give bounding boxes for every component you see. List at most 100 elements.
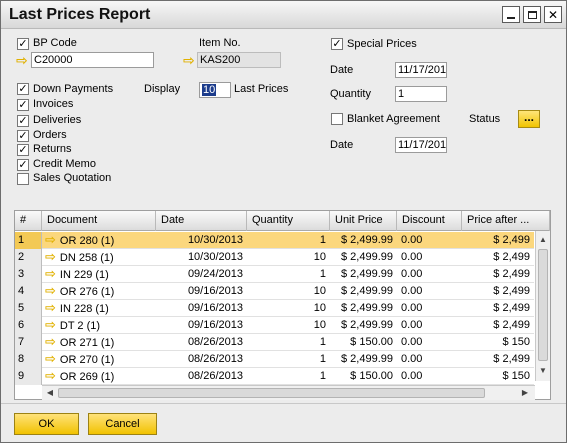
vertical-scroll-thumb[interactable] bbox=[538, 249, 548, 361]
quantity-cell: 10 bbox=[313, 285, 326, 297]
discount-cell: 0.00 bbox=[401, 336, 423, 348]
document-cell: ⇨ OR 269 (1) bbox=[42, 368, 156, 385]
close-icon: ✕ bbox=[547, 7, 559, 22]
table-row[interactable]: 9 ⇨ OR 269 (1) 08/26/2013 1 $ 150.00 0.00 $ 150 bbox=[15, 368, 534, 385]
blanket-agreement-checkbox[interactable] bbox=[331, 113, 343, 125]
document-link-arrow-icon[interactable]: ⇨ bbox=[45, 368, 56, 383]
column-header-price-after[interactable]: Price after ... bbox=[462, 211, 550, 231]
invoices-checkbox[interactable]: ✓ bbox=[17, 99, 29, 111]
minimize-button[interactable] bbox=[502, 6, 520, 23]
window-title: Last Prices Report bbox=[9, 6, 151, 23]
unit-price-cell: $ 2,499.99 bbox=[341, 353, 393, 365]
maximize-icon bbox=[527, 10, 537, 19]
discount-cell: 0.00 bbox=[401, 353, 423, 365]
sales-quotation-checkbox[interactable] bbox=[17, 173, 29, 185]
grid-header: # Document Date Quantity Unit Price Disc… bbox=[15, 211, 550, 231]
last-prices-label: Last Prices bbox=[234, 83, 289, 95]
quantity-cell: 1 bbox=[319, 336, 326, 348]
invoices-label: Invoices bbox=[33, 98, 74, 110]
price-after-cell: $ 2,499 bbox=[493, 251, 530, 263]
title-bar[interactable]: Last Prices Report ✕ bbox=[1, 1, 566, 29]
table-row[interactable]: 7 ⇨ OR 271 (1) 08/26/2013 1 $ 150.00 0.00 $ 150 bbox=[15, 334, 534, 351]
row-number: 4 bbox=[15, 283, 42, 300]
document-cell: ⇨ IN 228 (1) bbox=[42, 300, 156, 317]
quantity-field[interactable]: 1 bbox=[395, 86, 447, 102]
date-cell: 08/26/2013 bbox=[187, 353, 243, 365]
scroll-up-icon[interactable]: ▲ bbox=[536, 233, 550, 247]
bp-code-link-arrow-icon[interactable]: ⇨ bbox=[16, 53, 30, 67]
date-cell: 08/26/2013 bbox=[187, 336, 243, 348]
column-header-discount[interactable]: Discount bbox=[397, 211, 462, 231]
bp-code-field[interactable]: C20000 bbox=[31, 52, 154, 68]
column-header-number[interactable]: # bbox=[15, 211, 42, 231]
table-row[interactable]: 8 ⇨ OR 270 (1) 08/26/2013 1 $ 2,499.99 0.00 $ 2… bbox=[15, 351, 534, 368]
row-number: 5 bbox=[15, 300, 42, 317]
scroll-right-icon[interactable]: ▶ bbox=[518, 386, 532, 400]
table-row[interactable]: 6 ⇨ DT 2 (1) 09/16/2013 10 $ 2,499.99 0.00 $ 2,… bbox=[15, 317, 534, 334]
date2-field[interactable]: 11/17/201 bbox=[395, 137, 447, 153]
document-link-arrow-icon[interactable]: ⇨ bbox=[45, 351, 56, 366]
document-link-arrow-icon[interactable]: ⇨ bbox=[45, 317, 56, 332]
price-after-cell: $ 2,499 bbox=[493, 268, 530, 280]
quantity-cell: 10 bbox=[313, 319, 326, 331]
special-prices-checkbox[interactable]: ✓ bbox=[331, 38, 343, 50]
table-row[interactable]: 1 ⇨ OR 280 (1) 10/30/2013 1 $ 2,499.99 0.00 $ 2… bbox=[15, 232, 534, 249]
deliveries-label: Deliveries bbox=[33, 114, 82, 126]
unit-price-cell: $ 2,499.99 bbox=[341, 319, 393, 331]
document-cell: ⇨ IN 229 (1) bbox=[42, 266, 156, 283]
deliveries-checkbox[interactable]: ✓ bbox=[17, 115, 29, 127]
document-number: DN 258 (1) bbox=[59, 252, 114, 264]
document-number: OR 280 (1) bbox=[59, 235, 115, 247]
item-no-link-arrow-icon[interactable]: ⇨ bbox=[183, 53, 197, 67]
price-after-cell: $ 2,499 bbox=[493, 302, 530, 314]
bp-code-checkbox[interactable]: ✓ bbox=[17, 38, 29, 50]
document-cell: ⇨ DN 258 (1) bbox=[42, 249, 156, 266]
close-button[interactable]: ✕ bbox=[544, 6, 562, 23]
discount-cell: 0.00 bbox=[401, 319, 423, 331]
column-header-date[interactable]: Date bbox=[156, 211, 247, 231]
document-link-arrow-icon[interactable]: ⇨ bbox=[45, 300, 56, 315]
cancel-button[interactable]: Cancel bbox=[88, 413, 157, 435]
table-row[interactable]: 3 ⇨ IN 229 (1) 09/24/2013 1 $ 2,499.99 0.00 $ 2… bbox=[15, 266, 534, 283]
column-header-unit-price[interactable]: Unit Price bbox=[330, 211, 397, 231]
footer-divider bbox=[1, 403, 566, 404]
row-number: 6 bbox=[15, 317, 42, 334]
table-row[interactable]: 4 ⇨ OR 276 (1) 09/16/2013 10 $ 2,499.99 0.00 $ … bbox=[15, 283, 534, 300]
date-cell: 10/30/2013 bbox=[187, 234, 243, 246]
document-link-arrow-icon[interactable]: ⇨ bbox=[45, 232, 56, 247]
bp-code-label: BP Code bbox=[33, 37, 77, 49]
scroll-left-icon[interactable]: ◀ bbox=[43, 386, 57, 400]
ok-button[interactable]: OK bbox=[14, 413, 79, 435]
quantity-cell: 1 bbox=[319, 234, 326, 246]
orders-checkbox[interactable]: ✓ bbox=[17, 130, 29, 142]
price-after-cell: $ 150 bbox=[502, 370, 530, 382]
maximize-button[interactable] bbox=[523, 6, 541, 23]
column-header-document[interactable]: Document bbox=[42, 211, 156, 231]
document-number: OR 276 (1) bbox=[59, 286, 115, 298]
column-header-quantity[interactable]: Quantity bbox=[247, 211, 330, 231]
quantity-cell: 10 bbox=[313, 251, 326, 263]
returns-checkbox[interactable]: ✓ bbox=[17, 144, 29, 156]
down-payments-checkbox[interactable]: ✓ bbox=[17, 83, 29, 95]
document-cell: ⇨ OR 276 (1) bbox=[42, 283, 156, 300]
document-link-arrow-icon[interactable]: ⇨ bbox=[45, 283, 56, 298]
scroll-down-icon[interactable]: ▼ bbox=[536, 364, 550, 378]
document-link-arrow-icon[interactable]: ⇨ bbox=[45, 266, 56, 281]
status-choose-button[interactable]: ... bbox=[518, 110, 540, 128]
status-label: Status bbox=[469, 113, 501, 125]
horizontal-scroll-thumb[interactable] bbox=[58, 388, 485, 398]
document-number: OR 271 (1) bbox=[59, 337, 115, 349]
vertical-scrollbar[interactable]: ▲ ▼ bbox=[535, 231, 550, 381]
date-cell: 09/24/2013 bbox=[187, 268, 243, 280]
special-prices-label: Special Prices bbox=[347, 38, 417, 50]
display-count-field[interactable]: 10 bbox=[199, 82, 231, 98]
document-link-arrow-icon[interactable]: ⇨ bbox=[45, 249, 56, 264]
date-field[interactable]: 11/17/201 bbox=[395, 62, 447, 78]
document-link-arrow-icon[interactable]: ⇨ bbox=[45, 334, 56, 349]
horizontal-scrollbar[interactable]: ◀ ▶ bbox=[42, 385, 535, 400]
document-cell: ⇨ OR 280 (1) bbox=[42, 232, 156, 249]
last-prices-report-window: Last Prices Report ✕ ✓ BP Code ⇨ C20000 … bbox=[0, 0, 567, 443]
table-row[interactable]: 2 ⇨ DN 258 (1) 10/30/2013 10 $ 2,499.99 0.00 $ … bbox=[15, 249, 534, 266]
credit-memo-checkbox[interactable]: ✓ bbox=[17, 159, 29, 171]
table-row[interactable]: 5 ⇨ IN 228 (1) 09/16/2013 10 $ 2,499.99 0.00 $ … bbox=[15, 300, 534, 317]
